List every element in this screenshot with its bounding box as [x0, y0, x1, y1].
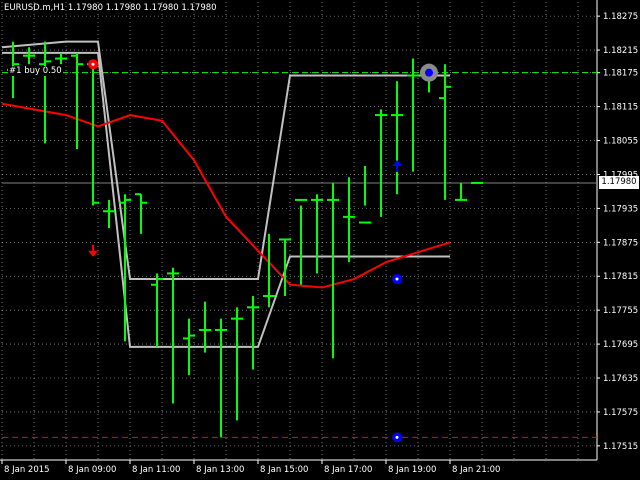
time-label: 8 Jan 2015: [4, 465, 50, 475]
time-label: 8 Jan 19:00: [388, 465, 436, 475]
time-label: 8 Jan 13:00: [196, 465, 244, 475]
buy-marker-dot: [395, 277, 399, 281]
price-label: 1.17695: [603, 340, 638, 350]
time-label: 8 Jan 09:00: [68, 465, 116, 475]
price-chart[interactable]: 1.18275 1.18215 1.18175 1.18115 1.18055 1.179…: [0, 0, 640, 480]
price-label: 1.18115: [603, 103, 638, 113]
time-label: 8 Jan 11:00: [132, 465, 180, 475]
indicator-lines: [1, 40, 597, 438]
price-label: 1.17635: [603, 374, 638, 384]
price-label: 1.18055: [603, 137, 638, 147]
envelope-upper: [1, 40, 450, 281]
price-label: 1.17755: [603, 306, 638, 316]
time-label: 8 Jan 17:00: [324, 465, 372, 475]
price-label: 1.18175: [603, 69, 638, 79]
buy-marker-dot: [395, 435, 399, 439]
price-label: 1.17515: [603, 442, 638, 452]
order-label[interactable]: #1 buy 0.50: [8, 66, 63, 76]
order-marker-inner: [425, 68, 433, 77]
price-label: 1.18215: [603, 46, 638, 56]
chart-grid: [1, 2, 597, 460]
buy-arrow-icon: [392, 159, 402, 172]
price-label: 1.18275: [603, 12, 638, 22]
sell-marker-dot: [91, 62, 95, 66]
price-label: 1.17875: [603, 238, 638, 248]
price-label: 1.17935: [603, 204, 638, 214]
price-label: 1.17815: [603, 272, 638, 282]
time-label: 8 Jan 21:00: [452, 465, 500, 475]
time-axis: 8 Jan 2015 8 Jan 09:00 8 Jan 11:00 8 Jan 13…: [0, 459, 597, 475]
price-label: 1.17575: [603, 408, 638, 418]
sell-arrow-icon: [88, 244, 98, 257]
current-price-tag: 1.17980: [599, 176, 639, 190]
time-label: 8 Jan 15:00: [260, 465, 308, 475]
moving-average-line: [1, 102, 451, 289]
symbol-info: EURUSD.m,H1 1.17980 1.17980 1.17980 1.17…: [4, 3, 217, 13]
price-axis: 1.18275 1.18215 1.18175 1.18115 1.18055 1.179…: [596, 0, 638, 460]
